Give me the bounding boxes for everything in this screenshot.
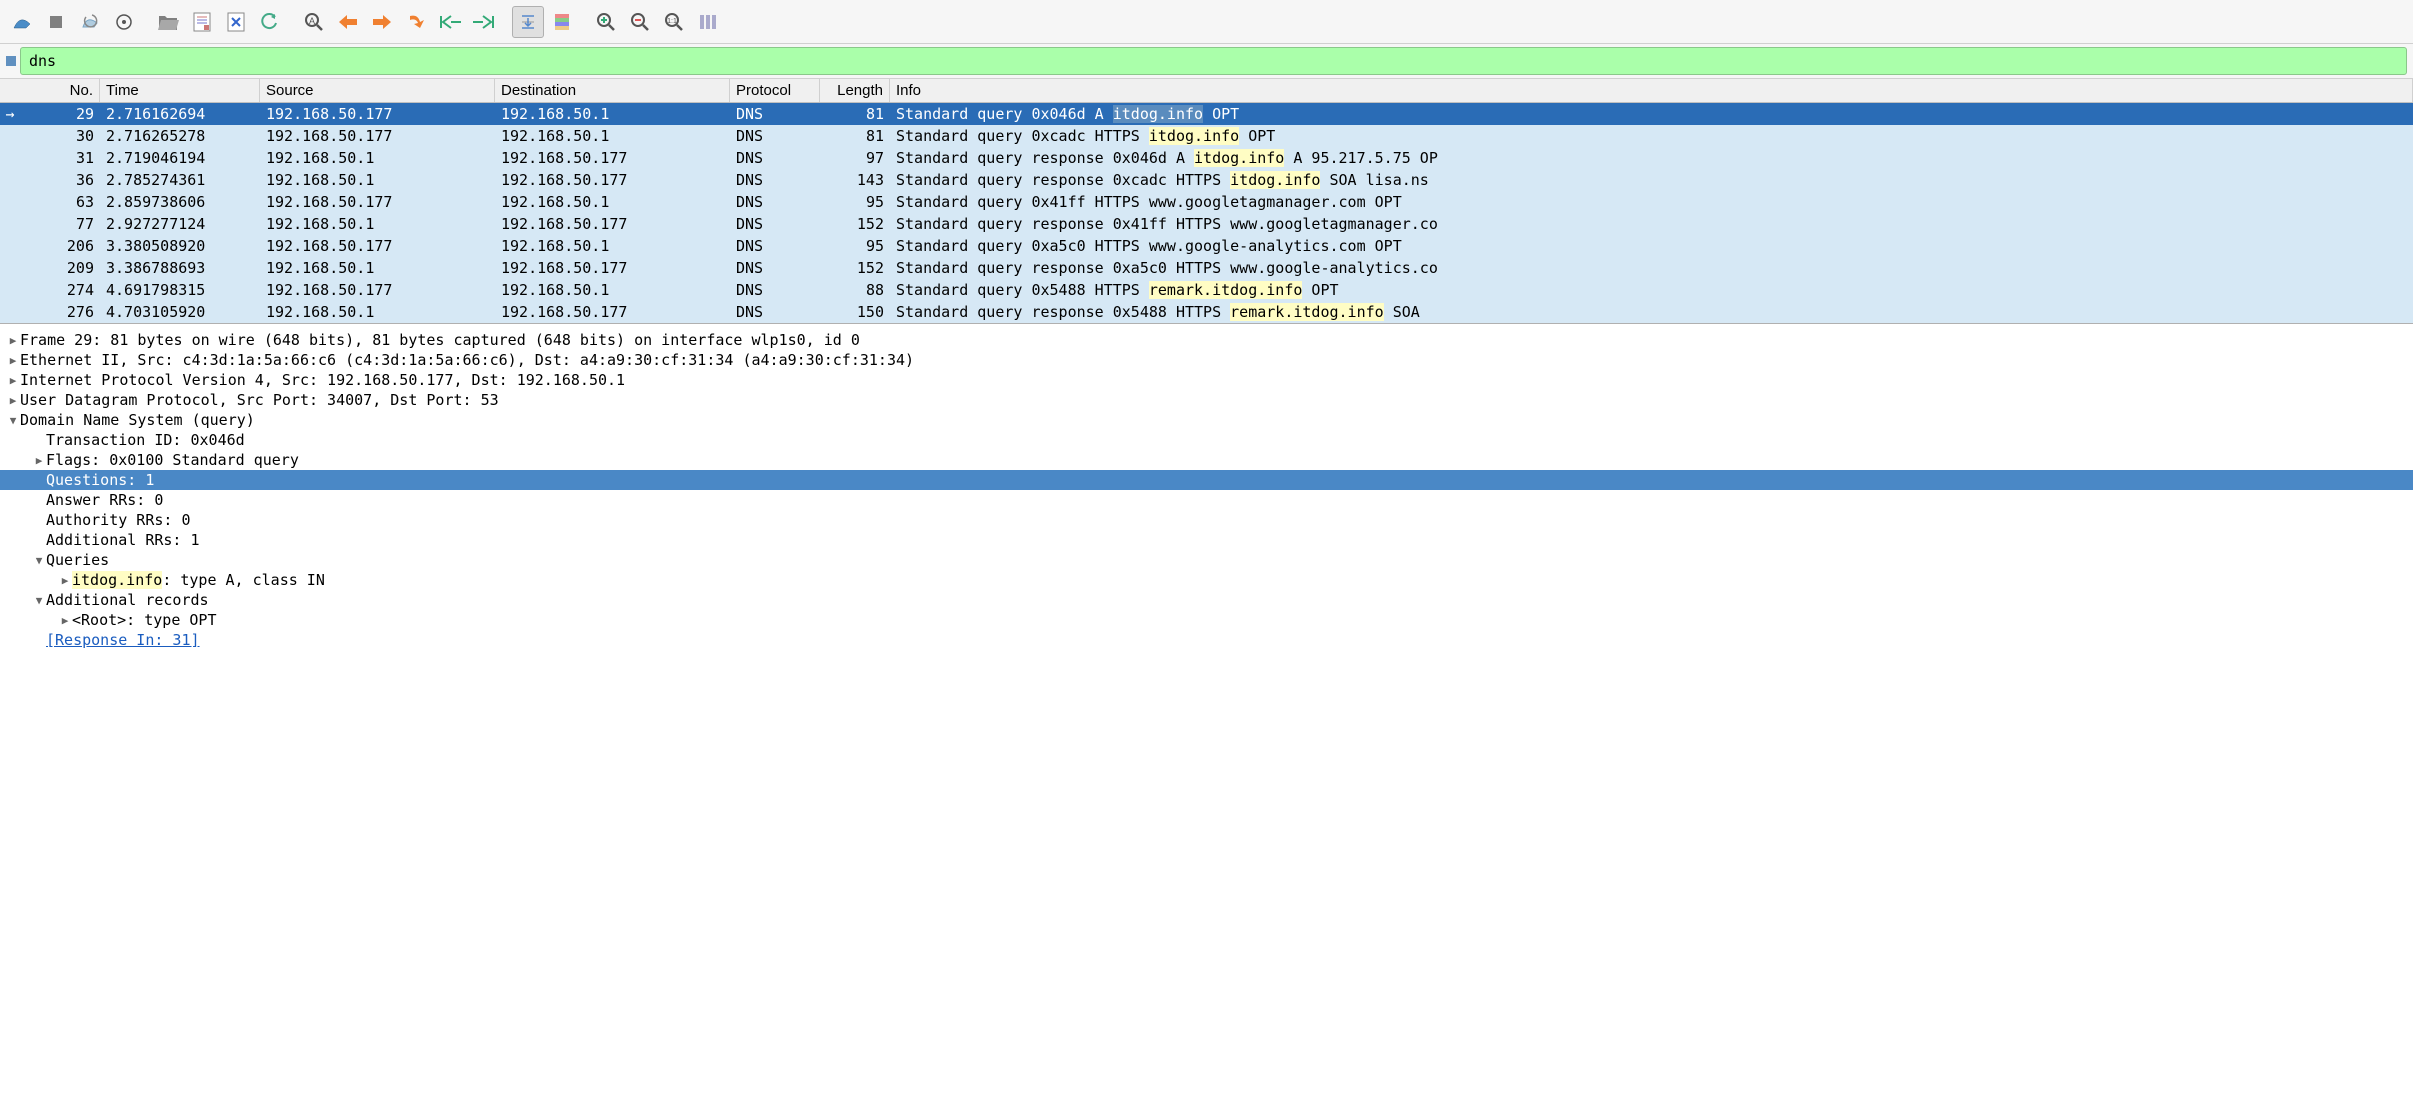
col-header-destination[interactable]: Destination (495, 79, 730, 102)
auto-scroll-icon[interactable] (512, 6, 544, 38)
tree-dns-queries[interactable]: ▼Queries (0, 550, 2413, 570)
row-marker-icon (0, 258, 20, 278)
find-icon[interactable]: A (298, 6, 330, 38)
row-marker-icon (0, 236, 20, 256)
tree-ethernet[interactable]: ▶Ethernet II, Src: c4:3d:1a:5a:66:c6 (c4… (0, 350, 2413, 370)
colorize-icon[interactable] (546, 6, 578, 38)
tree-dns-authority-rrs[interactable]: Authority RRs: 0 (0, 510, 2413, 530)
packet-list-header: No. Time Source Destination Protocol Len… (0, 79, 2413, 103)
row-marker-icon (0, 302, 20, 322)
packet-row[interactable]: 2764.703105920192.168.50.1192.168.50.177… (0, 301, 2413, 323)
filter-bar (0, 44, 2413, 79)
open-icon[interactable] (152, 6, 184, 38)
packet-row[interactable]: 2744.691798315192.168.50.177192.168.50.1… (0, 279, 2413, 301)
col-header-length[interactable]: Length (820, 79, 890, 102)
expand-icon[interactable]: ▶ (58, 574, 72, 587)
expand-icon[interactable]: ▶ (6, 394, 20, 407)
expand-icon[interactable]: ▶ (58, 614, 72, 627)
tree-frame[interactable]: ▶Frame 29: 81 bytes on wire (648 bits), … (0, 330, 2413, 350)
filter-bookmark-icon[interactable] (6, 56, 16, 66)
expand-icon[interactable]: ▶ (6, 334, 20, 347)
tree-dns-flags[interactable]: ▶Flags: 0x0100 Standard query (0, 450, 2413, 470)
row-marker-icon (0, 148, 20, 168)
row-marker-icon (0, 170, 20, 190)
collapse-icon[interactable]: ▼ (6, 414, 20, 427)
tree-dns-additional-rrs[interactable]: Additional RRs: 1 (0, 530, 2413, 550)
packet-row[interactable]: 772.927277124192.168.50.1192.168.50.177D… (0, 213, 2413, 235)
display-filter-input[interactable] (20, 47, 2407, 75)
forward-icon[interactable] (366, 6, 398, 38)
tree-udp[interactable]: ▶User Datagram Protocol, Src Port: 34007… (0, 390, 2413, 410)
tree-dns-txid[interactable]: Transaction ID: 0x046d (0, 430, 2413, 450)
row-marker-icon (0, 126, 20, 146)
expand-icon[interactable]: ▶ (32, 454, 46, 467)
row-marker-icon (0, 280, 20, 300)
packet-row[interactable]: →292.716162694192.168.50.177192.168.50.1… (0, 103, 2413, 125)
goto-first-icon[interactable] (434, 6, 466, 38)
tree-dns-response-in[interactable]: [Response In: 31] (0, 630, 2413, 650)
tree-dns-query-item[interactable]: ▶itdog.info: type A, class IN (0, 570, 2413, 590)
tree-dns-questions[interactable]: Questions: 1 (0, 470, 2413, 490)
shark-fin-icon[interactable] (6, 6, 38, 38)
col-header-source[interactable]: Source (260, 79, 495, 102)
col-header-no[interactable]: No. (20, 79, 100, 102)
col-header-info[interactable]: Info (890, 79, 2413, 102)
row-marker-icon (0, 214, 20, 234)
row-marker-icon (0, 192, 20, 212)
svg-text:1:1: 1:1 (667, 18, 677, 25)
save-icon[interactable] (186, 6, 218, 38)
options-icon[interactable] (108, 6, 140, 38)
expand-icon[interactable]: ▶ (6, 354, 20, 367)
reload-icon[interactable] (254, 6, 286, 38)
tree-dns-additional-records[interactable]: ▼Additional records (0, 590, 2413, 610)
tree-dns[interactable]: ▼Domain Name System (query) (0, 410, 2413, 430)
restart-icon[interactable] (74, 6, 106, 38)
packet-row[interactable]: 312.719046194192.168.50.1192.168.50.177D… (0, 147, 2413, 169)
stop-icon[interactable] (40, 6, 72, 38)
jump-icon[interactable] (400, 6, 432, 38)
goto-last-icon[interactable] (468, 6, 500, 38)
collapse-icon[interactable]: ▼ (32, 554, 46, 567)
zoom-reset-icon[interactable]: 1:1 (658, 6, 690, 38)
expand-icon[interactable]: ▶ (6, 374, 20, 387)
packet-list: No. Time Source Destination Protocol Len… (0, 79, 2413, 324)
packet-row[interactable]: 632.859738606192.168.50.177192.168.50.1D… (0, 191, 2413, 213)
packet-details: ▶Frame 29: 81 bytes on wire (648 bits), … (0, 324, 2413, 656)
zoom-out-icon[interactable] (624, 6, 656, 38)
tree-dns-root-opt[interactable]: ▶<Root>: type OPT (0, 610, 2413, 630)
packet-row[interactable]: 2093.386788693192.168.50.1192.168.50.177… (0, 257, 2413, 279)
main-toolbar: A 1:1 (0, 0, 2413, 44)
packet-row[interactable]: 302.716265278192.168.50.177192.168.50.1D… (0, 125, 2413, 147)
svg-text:A: A (309, 16, 315, 26)
back-icon[interactable] (332, 6, 364, 38)
col-header-protocol[interactable]: Protocol (730, 79, 820, 102)
tree-dns-answer-rrs[interactable]: Answer RRs: 0 (0, 490, 2413, 510)
packet-row[interactable]: 362.785274361192.168.50.1192.168.50.177D… (0, 169, 2413, 191)
packet-row[interactable]: 2063.380508920192.168.50.177192.168.50.1… (0, 235, 2413, 257)
row-marker-icon: → (0, 104, 20, 124)
tree-ip[interactable]: ▶Internet Protocol Version 4, Src: 192.1… (0, 370, 2413, 390)
col-header-time[interactable]: Time (100, 79, 260, 102)
close-file-icon[interactable] (220, 6, 252, 38)
resize-columns-icon[interactable] (692, 6, 724, 38)
collapse-icon[interactable]: ▼ (32, 594, 46, 607)
zoom-in-icon[interactable] (590, 6, 622, 38)
